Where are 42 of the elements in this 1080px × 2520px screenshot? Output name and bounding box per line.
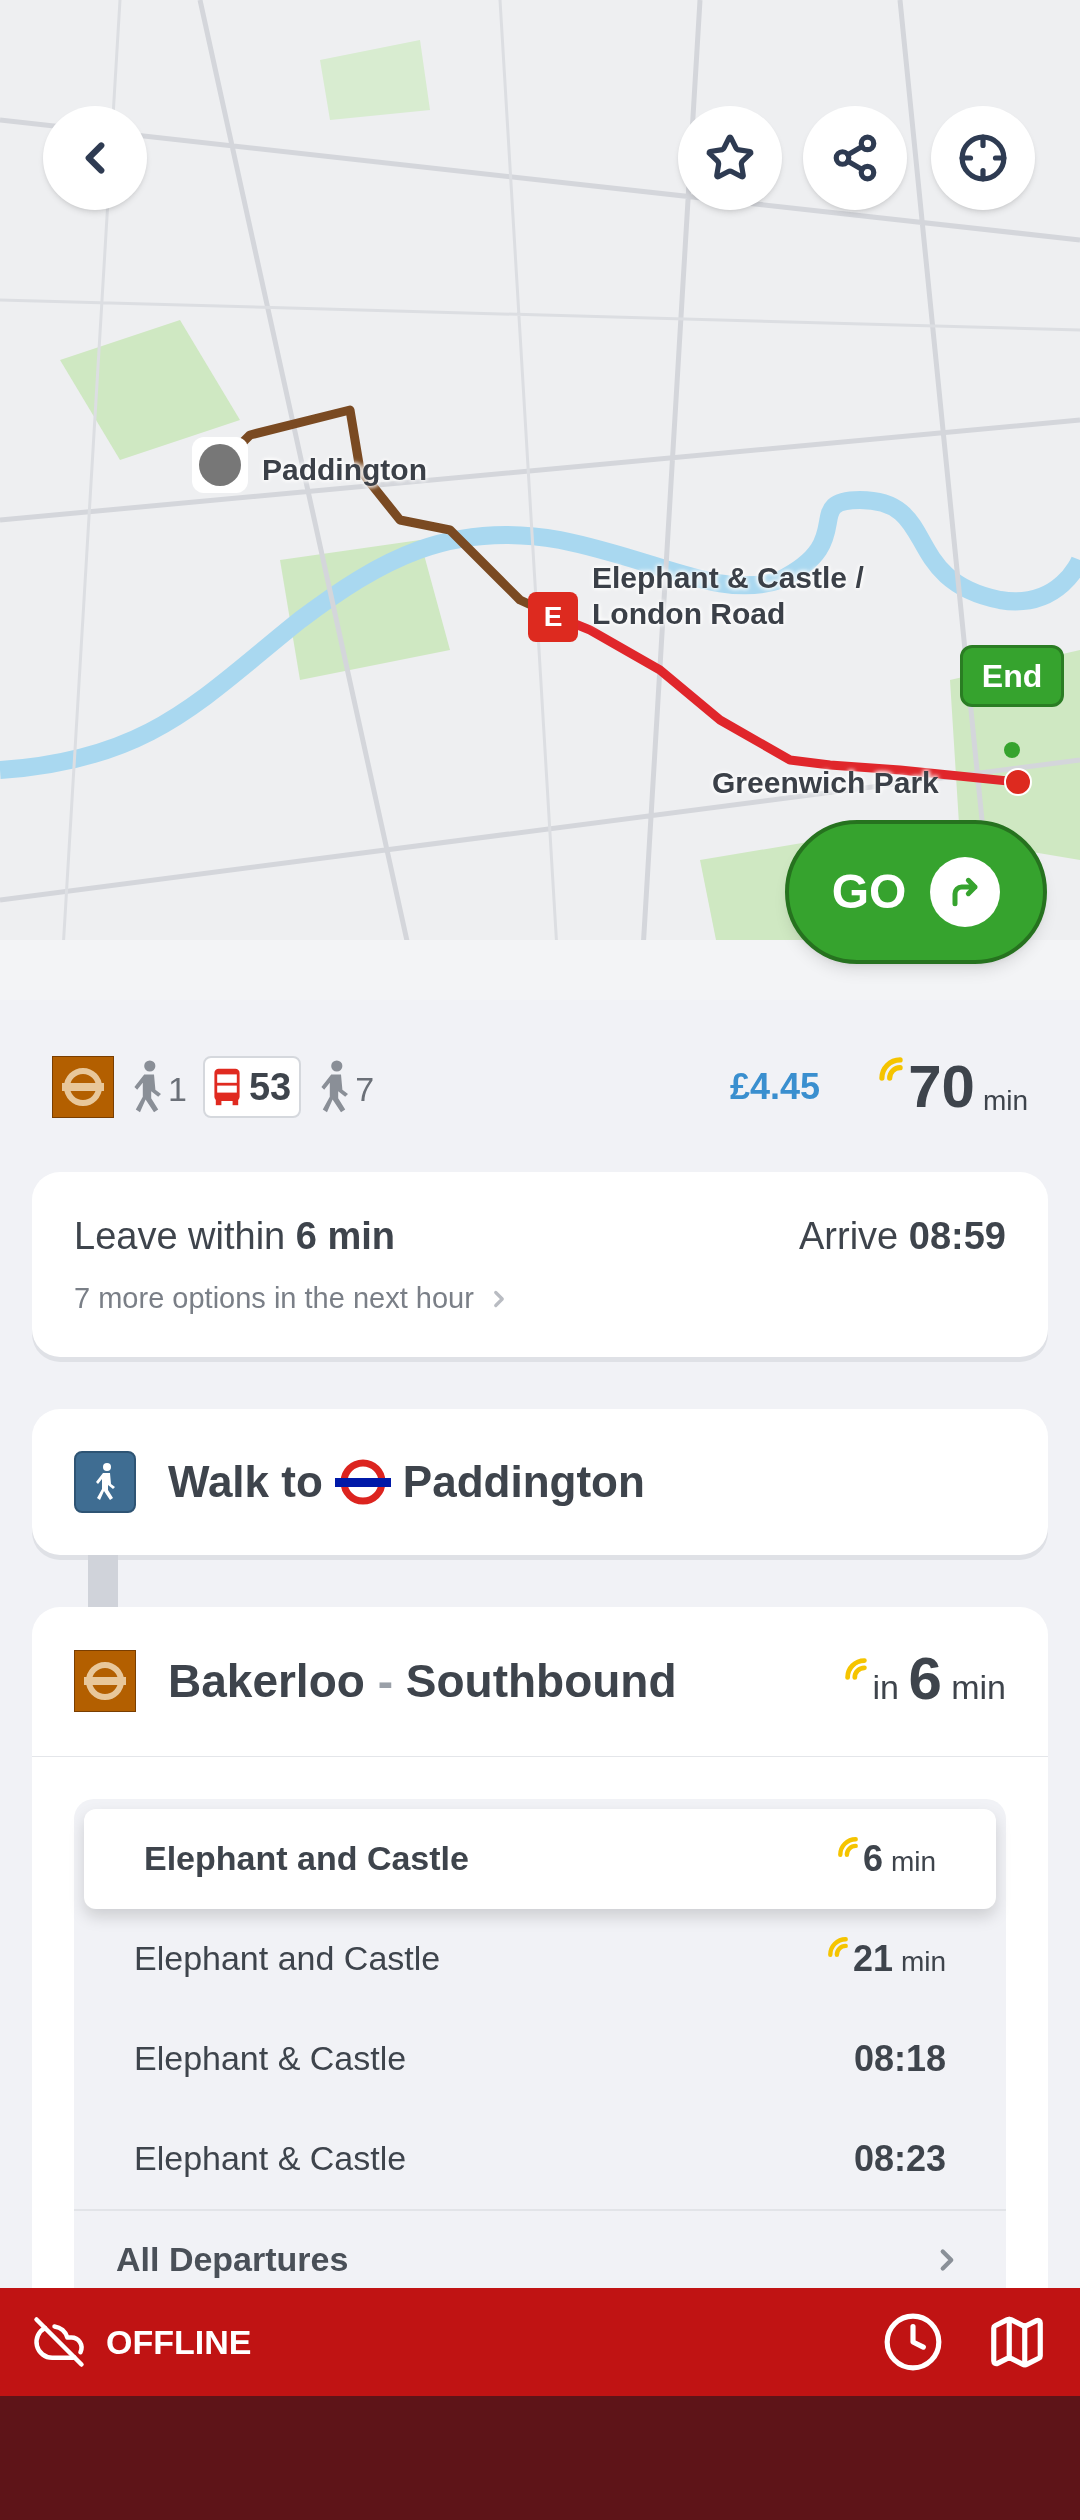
fare-price: £4.45 xyxy=(730,1065,821,1109)
locate-icon xyxy=(958,133,1008,183)
station-marker: E xyxy=(528,592,578,642)
station-label: Elephant & Castle / London Road xyxy=(592,560,865,632)
offline-label: OFFLINE xyxy=(106,2321,252,2363)
underground-roundel-icon xyxy=(52,1056,114,1118)
live-signal-icon xyxy=(837,1835,860,1858)
live-signal-icon xyxy=(878,1056,905,1082)
bus-badge: 53 xyxy=(202,1056,302,1118)
arrival-time-text: Arrive 08:59 xyxy=(799,1214,1006,1259)
departure-row[interactable]: Elephant & Castle 08:23 xyxy=(74,2108,1006,2209)
destination-text: Elephant and Castle xyxy=(144,1838,469,1879)
walk-to-text: Walk to xyxy=(168,1455,323,1508)
trip-duration: 70 xyxy=(908,1057,975,1117)
all-departures-link[interactable]: All Departures xyxy=(116,2234,349,2285)
departure-row[interactable]: Elephant & Castle 08:18 xyxy=(74,2008,1006,2109)
leave-within-text: Leave within 6 min xyxy=(74,1214,396,1259)
walk-minutes: 1 xyxy=(168,1069,187,1110)
departure-time: 08:23 xyxy=(853,2136,946,2181)
departure-row[interactable]: Elephant and Castle 6 min xyxy=(84,1808,996,1909)
destination-text: Elephant & Castle xyxy=(134,2038,407,2079)
end-pin: End xyxy=(960,645,1064,707)
departure-time: 21 min xyxy=(853,1936,946,1981)
duration-unit: min xyxy=(982,1084,1028,1118)
station-name: Paddington xyxy=(402,1455,645,1508)
more-options-link[interactable]: 7 more options in the next hour xyxy=(74,1277,474,1321)
line-direction-text: Bakerloo - Southbound xyxy=(168,1653,677,1709)
bus-icon xyxy=(212,1067,241,1107)
departure-row[interactable]: Elephant and Castle 21 min xyxy=(74,1908,1006,2009)
departure-time: 08:18 xyxy=(853,2036,946,2081)
station-label: Greenwich Park xyxy=(712,765,940,801)
live-signal-icon xyxy=(827,1935,850,1958)
departure-time: 6 min xyxy=(863,1836,936,1881)
next-departure-text: in 6 min xyxy=(872,1649,1006,1713)
cloud-off-icon xyxy=(32,2315,86,2369)
destination-text: Elephant & Castle xyxy=(134,2138,407,2179)
destination-text: Elephant and Castle xyxy=(134,1938,441,1979)
underground-roundel-icon xyxy=(74,1650,136,1712)
clock-icon[interactable] xyxy=(882,2311,944,2373)
underground-roundel-icon xyxy=(334,1458,391,1505)
live-signal-icon xyxy=(844,1657,869,1681)
walk-minutes: 7 xyxy=(355,1069,375,1110)
